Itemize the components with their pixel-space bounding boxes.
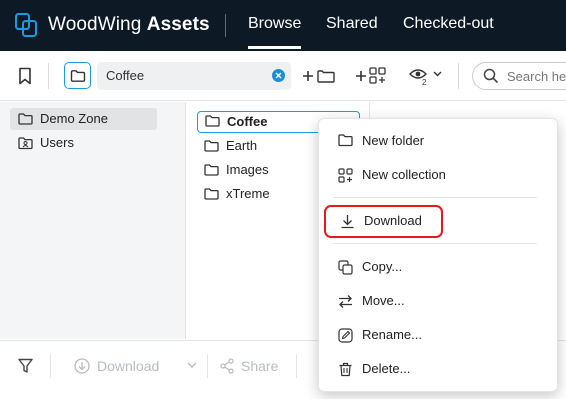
folder-item-label: Images	[226, 162, 269, 177]
folder-path-input[interactable]: Coffee	[97, 62, 291, 90]
menu-item-label: Delete...	[362, 361, 411, 376]
tab-shared[interactable]: Shared	[326, 15, 378, 33]
collection-icon	[338, 168, 353, 183]
folder-view-button[interactable]	[64, 62, 91, 89]
menu-separator	[333, 243, 537, 244]
bottom-divider	[296, 354, 297, 378]
toolbar-divider	[48, 63, 49, 89]
copy-icon	[338, 260, 353, 275]
move-arrows-icon	[338, 294, 353, 309]
bottom-download-button[interactable]: Download	[97, 358, 159, 374]
app-brand: WoodWing Assets	[48, 14, 210, 36]
folder-icon	[205, 115, 220, 127]
share-icon	[219, 358, 235, 374]
download-circle-icon	[74, 358, 90, 374]
brand-name-bold: Assets	[146, 14, 210, 35]
folder-icon	[18, 113, 33, 125]
context-menu	[318, 118, 558, 392]
tree-item-label: Demo Zone	[40, 111, 108, 126]
clear-path-button[interactable]	[272, 69, 285, 82]
folder-icon	[338, 134, 353, 147]
woodwing-logo-icon	[14, 12, 38, 38]
tab-checked-out[interactable]: Checked-out	[403, 15, 494, 33]
folder-icon	[70, 69, 85, 82]
bottom-divider	[50, 354, 51, 378]
tree-item-demo-zone[interactable]: Demo Zone	[10, 108, 157, 130]
menu-item-label: Move...	[362, 293, 405, 308]
search-placeholder: Search he	[507, 69, 566, 84]
app-header: WoodWing Assets Browse Shared Checked-ou…	[0, 0, 566, 51]
folder-icon	[204, 140, 219, 152]
bottom-share-button[interactable]: Share	[241, 358, 278, 374]
filter-icon[interactable]	[18, 358, 33, 374]
add-collection-button[interactable]	[356, 66, 388, 86]
users-folder-icon	[18, 137, 33, 150]
tab-browse[interactable]: Browse	[248, 15, 302, 49]
menu-item-label: Copy...	[362, 259, 403, 274]
header-divider	[225, 14, 226, 37]
search-icon	[483, 68, 499, 84]
bottom-divider	[207, 354, 208, 378]
chevron-down-icon[interactable]	[187, 362, 197, 369]
tree-item-label: Users	[40, 135, 74, 150]
menu-separator	[333, 197, 537, 198]
close-icon	[275, 72, 282, 79]
menu-item-label: New collection	[362, 167, 446, 182]
download-icon	[340, 214, 355, 229]
brand-name-regular: WoodWing	[48, 14, 147, 35]
folder-item-label: xTreme	[226, 186, 270, 201]
bookmark-icon[interactable]	[17, 67, 33, 85]
rename-icon	[338, 328, 353, 343]
folder-item-label: Earth	[226, 138, 258, 153]
folder-item-label: Coffee	[227, 114, 268, 129]
add-folder-button[interactable]	[303, 67, 335, 85]
views-count-badge: 2	[422, 78, 427, 87]
menu-item-label: Rename...	[362, 327, 422, 342]
trash-icon	[338, 362, 353, 377]
folder-icon	[204, 188, 219, 200]
menu-item-label: Download	[364, 213, 422, 228]
menu-item-label: New folder	[362, 133, 425, 148]
toolbar-divider	[458, 63, 459, 89]
folder-icon	[204, 164, 219, 176]
